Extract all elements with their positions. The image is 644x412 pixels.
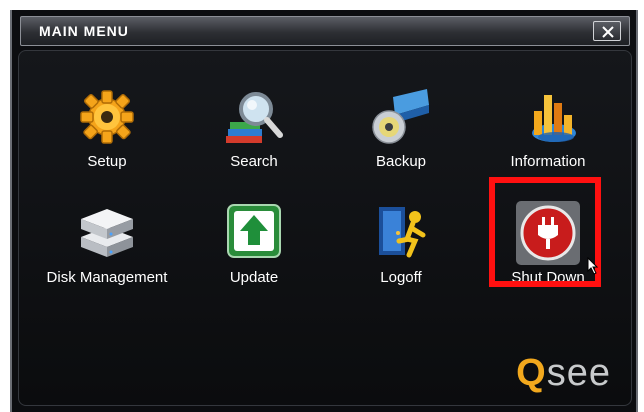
hard-disk-icon <box>81 209 133 257</box>
mouse-cursor-icon <box>587 257 599 275</box>
bar-chart-icon <box>532 95 576 142</box>
logo-see: see <box>546 352 611 394</box>
close-button[interactable] <box>593 21 621 41</box>
disc-drive-icon <box>372 89 429 144</box>
selection-highlight <box>489 177 601 287</box>
magnifier-books-icon <box>226 92 283 143</box>
menu-item-label: Search <box>230 153 278 170</box>
title-bar: MAIN MENU <box>20 16 630 46</box>
door-exit-icon <box>379 207 426 258</box>
menu-item-disk-management[interactable]: Disk Management <box>32 201 182 311</box>
menu-item-search[interactable]: Search <box>179 85 329 195</box>
menu-item-update[interactable]: Update <box>179 201 329 311</box>
window-title: MAIN MENU <box>39 23 129 39</box>
close-icon <box>602 26 614 38</box>
main-menu-window: MAIN MENU Setup Search Backup Informatio… <box>10 10 638 412</box>
menu-item-setup[interactable]: Setup <box>32 85 182 195</box>
qsee-logo: Qsee <box>516 352 611 395</box>
upload-arrow-icon <box>227 204 281 258</box>
menu-item-label: Setup <box>87 153 127 170</box>
logo-q: Q <box>516 352 547 394</box>
menu-item-label: Information <box>510 153 586 170</box>
menu-item-logoff[interactable]: Logoff <box>326 201 476 311</box>
menu-item-label: Update <box>229 269 279 286</box>
menu-item-label: Logoff <box>380 269 422 286</box>
menu-panel: Setup Search Backup Information Disk Man… <box>18 50 632 406</box>
menu-item-backup[interactable]: Backup <box>326 85 476 195</box>
menu-item-label: Disk Management <box>46 269 168 286</box>
menu-item-label: Backup <box>375 153 427 170</box>
gear-icon <box>80 90 134 144</box>
